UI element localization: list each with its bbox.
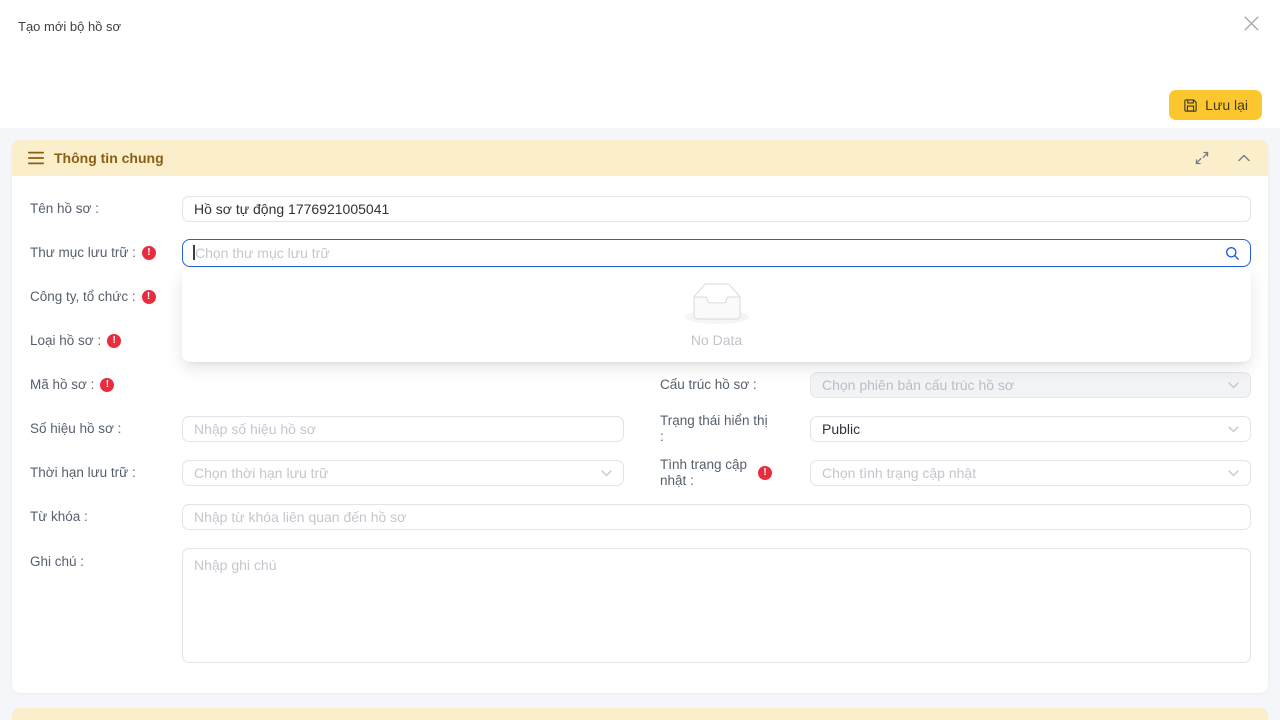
field-label-cau-truc-ho-so: Cấu trúc hồ sơ : xyxy=(660,377,810,393)
col-so-hieu-ho-so: Số hiệu hồ sơ : xyxy=(30,416,624,442)
so-hieu-ho-so-input[interactable] xyxy=(182,416,624,442)
col-thoi-han-luu-tru: Thời hạn lưu trữ : Chọn thời hạn lưu trữ xyxy=(30,460,624,486)
next-section-header[interactable] xyxy=(12,708,1268,720)
row-thu-muc-luu-tru: Thư mục lưu trữ : ! xyxy=(30,240,1251,266)
thu-muc-luu-tru-input[interactable] xyxy=(183,241,1250,265)
required-icon: ! xyxy=(107,334,121,348)
collapse-icon[interactable] xyxy=(1236,150,1252,166)
search-icon xyxy=(1225,246,1240,261)
general-info-card-header[interactable]: Thông tin chung xyxy=(12,140,1268,176)
field-label-ghi-chu: Ghi chú : xyxy=(30,548,182,570)
save-button-label: Lưu lại xyxy=(1205,97,1248,113)
empty-state-text: No Data xyxy=(691,332,742,348)
page-title: Tạo mới bộ hồ sơ xyxy=(18,19,121,34)
ghi-chu-textarea[interactable] xyxy=(182,548,1251,663)
text-caret xyxy=(193,245,195,260)
field-label-ma-ho-so: Mã hồ sơ : ! xyxy=(30,377,182,393)
field-label-tu-khoa: Từ khóa : xyxy=(30,509,182,525)
field-label-tinh-trang-cap-nhat: Tình trạng cập nhật : ! xyxy=(660,457,810,489)
row-ma-ho-so-cau-truc: Mã hồ sơ : ! Cấu trúc hồ sơ : Chọn phiên… xyxy=(30,372,1251,398)
required-icon: ! xyxy=(142,246,156,260)
tinh-trang-cap-nhat-select[interactable]: Chọn tình trạng cập nhật xyxy=(810,460,1251,486)
field-label-so-hieu-ho-so: Số hiệu hồ sơ : xyxy=(30,421,182,437)
field-label-ten-ho-so: Tên hồ sơ : xyxy=(30,201,182,217)
save-icon xyxy=(1183,98,1198,113)
trang-thai-hien-thi-select[interactable]: Public xyxy=(810,416,1251,442)
expand-icon[interactable] xyxy=(1194,150,1210,166)
chevron-down-icon xyxy=(1228,382,1239,389)
thu-muc-luu-tru-select[interactable] xyxy=(182,239,1251,267)
row-so-hieu-trang-thai: Số hiệu hồ sơ : Trạng thái hiển thị : Pu… xyxy=(30,416,1251,442)
required-icon: ! xyxy=(758,466,772,480)
field-label-cong-ty-to-chuc: Công ty, tổ chức : ! xyxy=(30,289,182,305)
col-cau-truc-ho-so: Cấu trúc hồ sơ : Chọn phiên bản cấu trúc… xyxy=(660,372,1251,398)
general-info-card: Thông tin chung Tên hồ sơ : Thư mục lưu … xyxy=(12,140,1268,693)
save-button[interactable]: Lưu lại xyxy=(1169,90,1262,120)
chevron-down-icon xyxy=(601,470,612,477)
thu-muc-luu-tru-dropdown[interactable]: No Data xyxy=(182,268,1251,362)
field-label-thu-muc-luu-tru: Thư mục lưu trữ : ! xyxy=(30,245,182,261)
row-ghi-chu: Ghi chú : xyxy=(30,548,1251,663)
section-title: Thông tin chung xyxy=(54,150,164,166)
thoi-han-luu-tru-select[interactable]: Chọn thời hạn lưu trữ xyxy=(182,460,624,486)
field-label-thoi-han-luu-tru: Thời hạn lưu trữ : xyxy=(30,465,182,481)
close-icon[interactable] xyxy=(1242,14,1260,32)
chevron-down-icon xyxy=(1228,426,1239,433)
general-info-form: Tên hồ sơ : Thư mục lưu trữ : ! xyxy=(12,176,1268,663)
ten-ho-so-input[interactable] xyxy=(182,196,1251,222)
field-label-trang-thai-hien-thi: Trạng thái hiển thị : xyxy=(660,413,810,445)
row-tu-khoa: Từ khóa : xyxy=(30,504,1251,530)
field-label-loai-ho-so: Loại hồ sơ : ! xyxy=(30,333,182,349)
row-ten-ho-so: Tên hồ sơ : xyxy=(30,196,1251,222)
chevron-down-icon xyxy=(1228,470,1239,477)
required-icon: ! xyxy=(100,378,114,392)
col-trang-thai-hien-thi: Trạng thái hiển thị : Public xyxy=(660,413,1251,445)
cau-truc-ho-so-select[interactable]: Chọn phiên bản cấu trúc hồ sơ xyxy=(810,372,1251,398)
col-tinh-trang-cap-nhat: Tình trạng cập nhật : ! Chọn tình trạng … xyxy=(660,457,1251,489)
required-icon: ! xyxy=(142,290,156,304)
col-ma-ho-so: Mã hồ sơ : ! xyxy=(30,377,624,393)
row-thoi-han-tinh-trang: Thời hạn lưu trữ : Chọn thời hạn lưu trữ… xyxy=(30,460,1251,486)
drag-handle-icon[interactable] xyxy=(28,150,44,166)
empty-inbox-icon xyxy=(685,283,749,324)
top-bar: Tạo mới bộ hồ sơ Lưu lại xyxy=(0,0,1280,128)
tu-khoa-input[interactable] xyxy=(182,504,1251,530)
